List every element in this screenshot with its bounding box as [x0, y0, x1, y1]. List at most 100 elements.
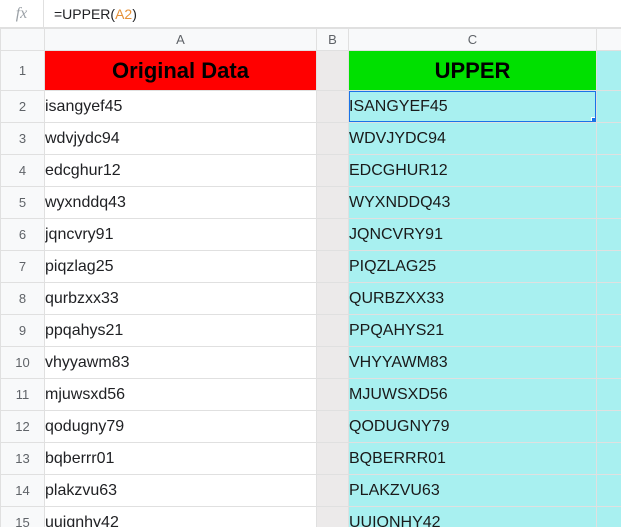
cell-c12[interactable]: QODUGNY79: [349, 411, 597, 443]
table-row: 7 piqzlag25 PIQZLAG25: [1, 251, 621, 283]
cell-c8[interactable]: QURBZXX33: [349, 283, 597, 315]
cell-a6[interactable]: jqncvry91: [45, 219, 317, 251]
table-row: 12 qodugny79 QODUGNY79: [1, 411, 621, 443]
table-row: 14 plakzvu63 PLAKZVU63: [1, 475, 621, 507]
cell-b4[interactable]: [317, 155, 349, 187]
cell-b9[interactable]: [317, 315, 349, 347]
table-row: 3 wdvjydc94 WDVJYDC94: [1, 123, 621, 155]
table-row: 5 wyxnddq43 WYXNDDQ43: [1, 187, 621, 219]
cell-c10[interactable]: VHYYAWM83: [349, 347, 597, 379]
formula-cell-ref: A2: [115, 6, 132, 22]
row-header[interactable]: 9: [1, 315, 45, 347]
row-header[interactable]: 10: [1, 347, 45, 379]
table-row: 1 Original Data UPPER: [1, 51, 621, 91]
spreadsheet-grid[interactable]: A B C 1 Original Data UPPER 2 isangyef45…: [0, 28, 621, 527]
cell-b8[interactable]: [317, 283, 349, 315]
row-header[interactable]: 15: [1, 507, 45, 527]
cell-a7[interactable]: piqzlag25: [45, 251, 317, 283]
cell-b2[interactable]: [317, 91, 349, 123]
cell-d4[interactable]: [597, 155, 621, 187]
table-row: 10 vhyyawm83 VHYYAWM83: [1, 347, 621, 379]
cell-c2-active[interactable]: ISANGYEF45: [349, 91, 597, 123]
row-header[interactable]: 7: [1, 251, 45, 283]
row-header[interactable]: 12: [1, 411, 45, 443]
cell-b5[interactable]: [317, 187, 349, 219]
cell-a10[interactable]: vhyyawm83: [45, 347, 317, 379]
cell-d2[interactable]: [597, 91, 621, 123]
cell-d6[interactable]: [597, 219, 621, 251]
cell-c6[interactable]: JQNCVRY91: [349, 219, 597, 251]
cell-a8[interactable]: qurbzxx33: [45, 283, 317, 315]
formula-prefix: =UPPER(: [54, 6, 115, 22]
cell-c9[interactable]: PPQAHYS21: [349, 315, 597, 347]
cell-b1[interactable]: [317, 51, 349, 91]
cell-c15[interactable]: UUIQNHY42: [349, 507, 597, 527]
row-header[interactable]: 2: [1, 91, 45, 123]
cell-b7[interactable]: [317, 251, 349, 283]
cell-d13[interactable]: [597, 443, 621, 475]
cell-d1[interactable]: [597, 51, 621, 91]
row-header[interactable]: 1: [1, 51, 45, 91]
column-header-d[interactable]: [597, 29, 621, 51]
cell-d7[interactable]: [597, 251, 621, 283]
cell-a2[interactable]: isangyef45: [45, 91, 317, 123]
cell-d11[interactable]: [597, 379, 621, 411]
cell-a4[interactable]: edcghur12: [45, 155, 317, 187]
cell-a13[interactable]: bqberrr01: [45, 443, 317, 475]
cell-d8[interactable]: [597, 283, 621, 315]
formula-input[interactable]: =UPPER(A2): [44, 0, 621, 27]
cell-d3[interactable]: [597, 123, 621, 155]
table-row: 13 bqberrr01 BQBERRR01: [1, 443, 621, 475]
cell-c11[interactable]: MJUWSXD56: [349, 379, 597, 411]
cell-b12[interactable]: [317, 411, 349, 443]
table-row: 9 ppqahys21 PPQAHYS21: [1, 315, 621, 347]
cell-b10[interactable]: [317, 347, 349, 379]
cell-d9[interactable]: [597, 315, 621, 347]
cell-b6[interactable]: [317, 219, 349, 251]
cell-b11[interactable]: [317, 379, 349, 411]
cell-c3[interactable]: WDVJYDC94: [349, 123, 597, 155]
cell-a15[interactable]: uuiqnhy42: [45, 507, 317, 527]
cell-d14[interactable]: [597, 475, 621, 507]
select-all-corner[interactable]: [1, 29, 45, 51]
cell-d12[interactable]: [597, 411, 621, 443]
row-header[interactable]: 6: [1, 219, 45, 251]
formula-suffix: ): [132, 6, 137, 22]
cell-a12[interactable]: qodugny79: [45, 411, 317, 443]
table-row: 4 edcghur12 EDCGHUR12: [1, 155, 621, 187]
row-header[interactable]: 14: [1, 475, 45, 507]
table-row: 2 isangyef45 ISANGYEF45: [1, 91, 621, 123]
table-row: 11 mjuwsxd56 MJUWSXD56: [1, 379, 621, 411]
row-header[interactable]: 13: [1, 443, 45, 475]
fx-icon[interactable]: fx: [0, 0, 44, 27]
cell-c13[interactable]: BQBERRR01: [349, 443, 597, 475]
row-header[interactable]: 11: [1, 379, 45, 411]
cell-b13[interactable]: [317, 443, 349, 475]
cell-a11[interactable]: mjuwsxd56: [45, 379, 317, 411]
row-header[interactable]: 8: [1, 283, 45, 315]
cell-c5[interactable]: WYXNDDQ43: [349, 187, 597, 219]
cell-d15[interactable]: [597, 507, 621, 527]
table-row: 15 uuiqnhy42 UUIQNHY42: [1, 507, 621, 527]
cell-a14[interactable]: plakzvu63: [45, 475, 317, 507]
cell-d10[interactable]: [597, 347, 621, 379]
column-header-c[interactable]: C: [349, 29, 597, 51]
header-cell-upper[interactable]: UPPER: [349, 51, 597, 91]
cell-d5[interactable]: [597, 187, 621, 219]
cell-c4[interactable]: EDCGHUR12: [349, 155, 597, 187]
cell-b15[interactable]: [317, 507, 349, 527]
row-header[interactable]: 4: [1, 155, 45, 187]
row-header[interactable]: 3: [1, 123, 45, 155]
column-header-row: A B C: [1, 29, 621, 51]
cell-a3[interactable]: wdvjydc94: [45, 123, 317, 155]
header-cell-original[interactable]: Original Data: [45, 51, 317, 91]
cell-b3[interactable]: [317, 123, 349, 155]
cell-c7[interactable]: PIQZLAG25: [349, 251, 597, 283]
cell-a9[interactable]: ppqahys21: [45, 315, 317, 347]
row-header[interactable]: 5: [1, 187, 45, 219]
cell-b14[interactable]: [317, 475, 349, 507]
cell-a5[interactable]: wyxnddq43: [45, 187, 317, 219]
column-header-b[interactable]: B: [317, 29, 349, 51]
column-header-a[interactable]: A: [45, 29, 317, 51]
cell-c14[interactable]: PLAKZVU63: [349, 475, 597, 507]
